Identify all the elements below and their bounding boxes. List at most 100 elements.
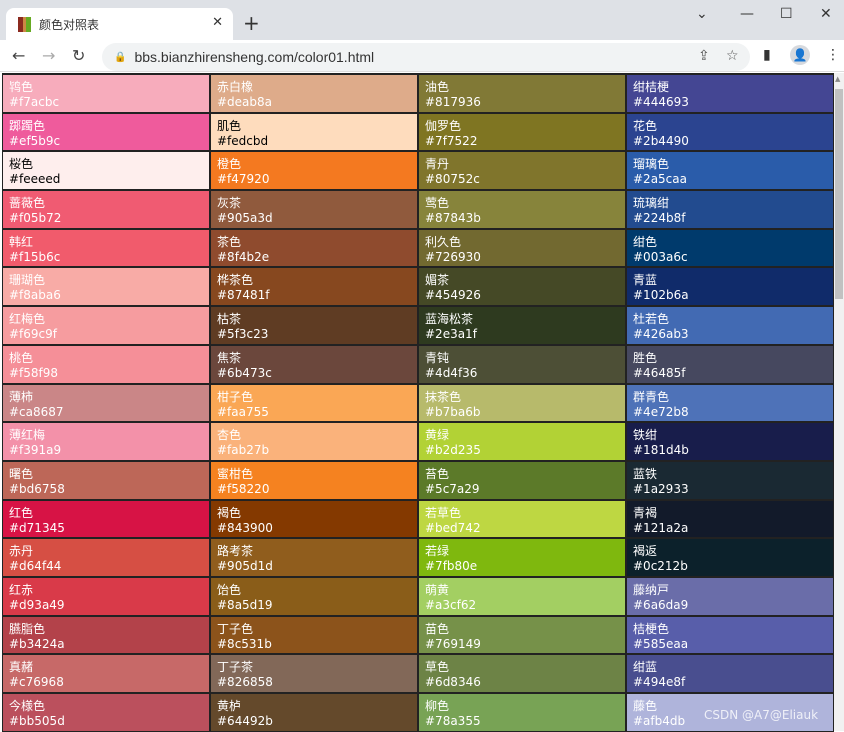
color-cell: 苗色 #769149 bbox=[418, 615, 626, 655]
color-name: 媚茶 bbox=[425, 273, 450, 288]
color-cell: 群青色 #4e72b8 bbox=[626, 383, 834, 423]
url-text[interactable]: bbs.bianzhirensheng.com/color01.html bbox=[134, 49, 374, 65]
share-icon[interactable]: ⇪ bbox=[698, 48, 710, 64]
color-name: 橙色 bbox=[217, 157, 242, 172]
color-name: 柑子色 bbox=[217, 389, 254, 404]
color-name: 路考茶 bbox=[217, 544, 254, 559]
color-name: 丁子茶 bbox=[217, 660, 254, 675]
color-name: 利久色 bbox=[425, 234, 462, 249]
color-hex: #d71345 bbox=[9, 520, 65, 535]
color-cell: 今様色 #bb505d bbox=[2, 693, 210, 732]
color-hex: #121a2a bbox=[633, 520, 689, 535]
color-name: 莺色 bbox=[425, 196, 450, 211]
color-hex: #826858 bbox=[217, 675, 273, 690]
color-cell: 藤纳戸 #6a6da9 bbox=[626, 576, 834, 616]
profile-avatar[interactable]: 👤 bbox=[790, 45, 810, 65]
color-hex: #102b6a bbox=[633, 288, 689, 303]
browser-tab[interactable]: 颜色对照表 ✕ bbox=[6, 8, 233, 40]
forward-icon[interactable]: → bbox=[42, 46, 55, 65]
scroll-up-icon[interactable]: ▲ bbox=[835, 75, 840, 83]
color-cell: 桔梗色 #585eaa bbox=[626, 615, 834, 655]
color-cell: 抹茶色 #b7ba6b bbox=[418, 383, 626, 423]
color-cell: 蓝海松茶 #2e3a1f bbox=[418, 306, 626, 345]
color-cell: 青丹 #80752c bbox=[418, 151, 626, 191]
color-hex: #87843b bbox=[425, 211, 481, 226]
color-hex: #b3424a bbox=[9, 636, 65, 651]
scrollbar[interactable]: ▲ bbox=[834, 73, 844, 731]
color-cell: 瑠璃色 #2a5caa bbox=[626, 151, 834, 191]
color-cell: 蔷薇色 #f05b72 bbox=[2, 190, 210, 229]
color-cell: 蜜柑色 #f58220 bbox=[210, 460, 418, 500]
color-name: 鸨色 bbox=[9, 80, 34, 94]
color-cell: 赤丹 #d64f44 bbox=[2, 538, 210, 577]
color-cell: 曙色 #bd6758 bbox=[2, 460, 210, 500]
color-hex: #454926 bbox=[425, 288, 481, 303]
color-name: 琉璃绀 bbox=[633, 196, 670, 211]
bookmark-star-icon[interactable]: ☆ bbox=[726, 48, 739, 64]
color-hex: #d64f44 bbox=[9, 559, 62, 574]
color-cell: 杏色 #fab27b bbox=[210, 422, 418, 461]
color-cell: 青钝 #4d4f36 bbox=[418, 344, 626, 384]
minimize-icon[interactable]: — bbox=[740, 6, 754, 22]
color-cell: 苔色 #5c7a29 bbox=[418, 460, 626, 500]
color-cell: 萌黄 #a3cf62 bbox=[418, 576, 626, 616]
color-cell: 韩红 #f15b6c bbox=[2, 228, 210, 268]
new-tab-icon[interactable]: + bbox=[243, 11, 260, 35]
color-name: 草色 bbox=[425, 660, 450, 675]
color-name: 臙脂色 bbox=[9, 621, 46, 636]
color-name: 藤纳戸 bbox=[633, 582, 670, 597]
color-name: 抹茶色 bbox=[425, 389, 462, 404]
browser-toolbar: ← → ↻ 🔒 bbs.bianzhirensheng.com/color01.… bbox=[0, 40, 844, 72]
color-hex: #905d1d bbox=[217, 559, 273, 574]
color-name: 杏色 bbox=[217, 428, 242, 443]
color-cell: 桦茶色 #87481f bbox=[210, 267, 418, 307]
color-hex: #f58220 bbox=[217, 481, 270, 496]
menu-icon[interactable]: ⋮ bbox=[826, 47, 840, 63]
color-name: 瑠璃色 bbox=[633, 157, 670, 172]
color-hex: #181d4b bbox=[633, 443, 689, 458]
color-cell: 褐返 #0c212b bbox=[626, 538, 834, 577]
color-name: 韩红 bbox=[9, 234, 34, 249]
color-hex: #6b473c bbox=[217, 365, 272, 380]
side-panel-icon[interactable]: ▮ bbox=[763, 47, 771, 63]
color-cell: 黄绿 #b2d235 bbox=[418, 422, 626, 461]
color-hex: #726930 bbox=[425, 249, 481, 264]
color-name: 杜若色 bbox=[633, 312, 670, 327]
color-table: 鸨色 #f7acbc 赤白橡 #deab8a 油色 #817936 绀桔梗 #444693 踯躅… bbox=[2, 73, 834, 732]
color-name: 萌黄 bbox=[425, 582, 450, 597]
color-hex: #80752c bbox=[425, 172, 480, 187]
color-name: 珊瑚色 bbox=[9, 273, 46, 288]
close-window-icon[interactable]: ✕ bbox=[820, 6, 832, 22]
tab-search-icon[interactable]: ⌄ bbox=[696, 6, 708, 22]
color-hex: #4d4f36 bbox=[425, 365, 478, 380]
color-cell: 路考茶 #905d1d bbox=[210, 538, 418, 577]
scrollbar-thumb[interactable] bbox=[835, 89, 843, 299]
reload-icon[interactable]: ↻ bbox=[72, 46, 85, 65]
color-name: 油色 bbox=[425, 80, 450, 94]
color-name: 伽罗色 bbox=[425, 118, 462, 133]
color-name: 真赭 bbox=[9, 660, 34, 675]
color-hex: #bd6758 bbox=[9, 481, 65, 496]
color-name: 饴色 bbox=[217, 582, 242, 597]
color-cell: 红梅色 #f69c9f bbox=[2, 306, 210, 345]
color-name: 青钝 bbox=[425, 350, 450, 365]
address-bar[interactable]: 🔒 bbs.bianzhirensheng.com/color01.html ⇪… bbox=[102, 43, 750, 71]
color-hex: #f05b72 bbox=[9, 211, 62, 226]
color-cell: 枯茶 #5f3c23 bbox=[210, 306, 418, 345]
color-hex: #769149 bbox=[425, 636, 481, 651]
color-name: 红梅色 bbox=[9, 312, 46, 327]
color-name: 黄栌 bbox=[217, 699, 242, 713]
color-hex: #ca8687 bbox=[9, 404, 64, 419]
color-hex: #fab27b bbox=[217, 443, 270, 458]
color-name: 红色 bbox=[9, 505, 34, 520]
back-icon[interactable]: ← bbox=[12, 46, 25, 65]
close-tab-icon[interactable]: ✕ bbox=[212, 15, 223, 30]
color-hex: #bb505d bbox=[9, 714, 65, 728]
maximize-icon[interactable]: ☐ bbox=[780, 6, 793, 22]
color-cell: 绀色 #003a6c bbox=[626, 228, 834, 268]
color-hex: #0c212b bbox=[633, 559, 688, 574]
color-hex: #a3cf62 bbox=[425, 597, 477, 612]
color-cell: 青褐 #121a2a bbox=[626, 499, 834, 539]
color-cell: 柑子色 #faa755 bbox=[210, 383, 418, 423]
color-hex: #bed742 bbox=[425, 520, 481, 535]
